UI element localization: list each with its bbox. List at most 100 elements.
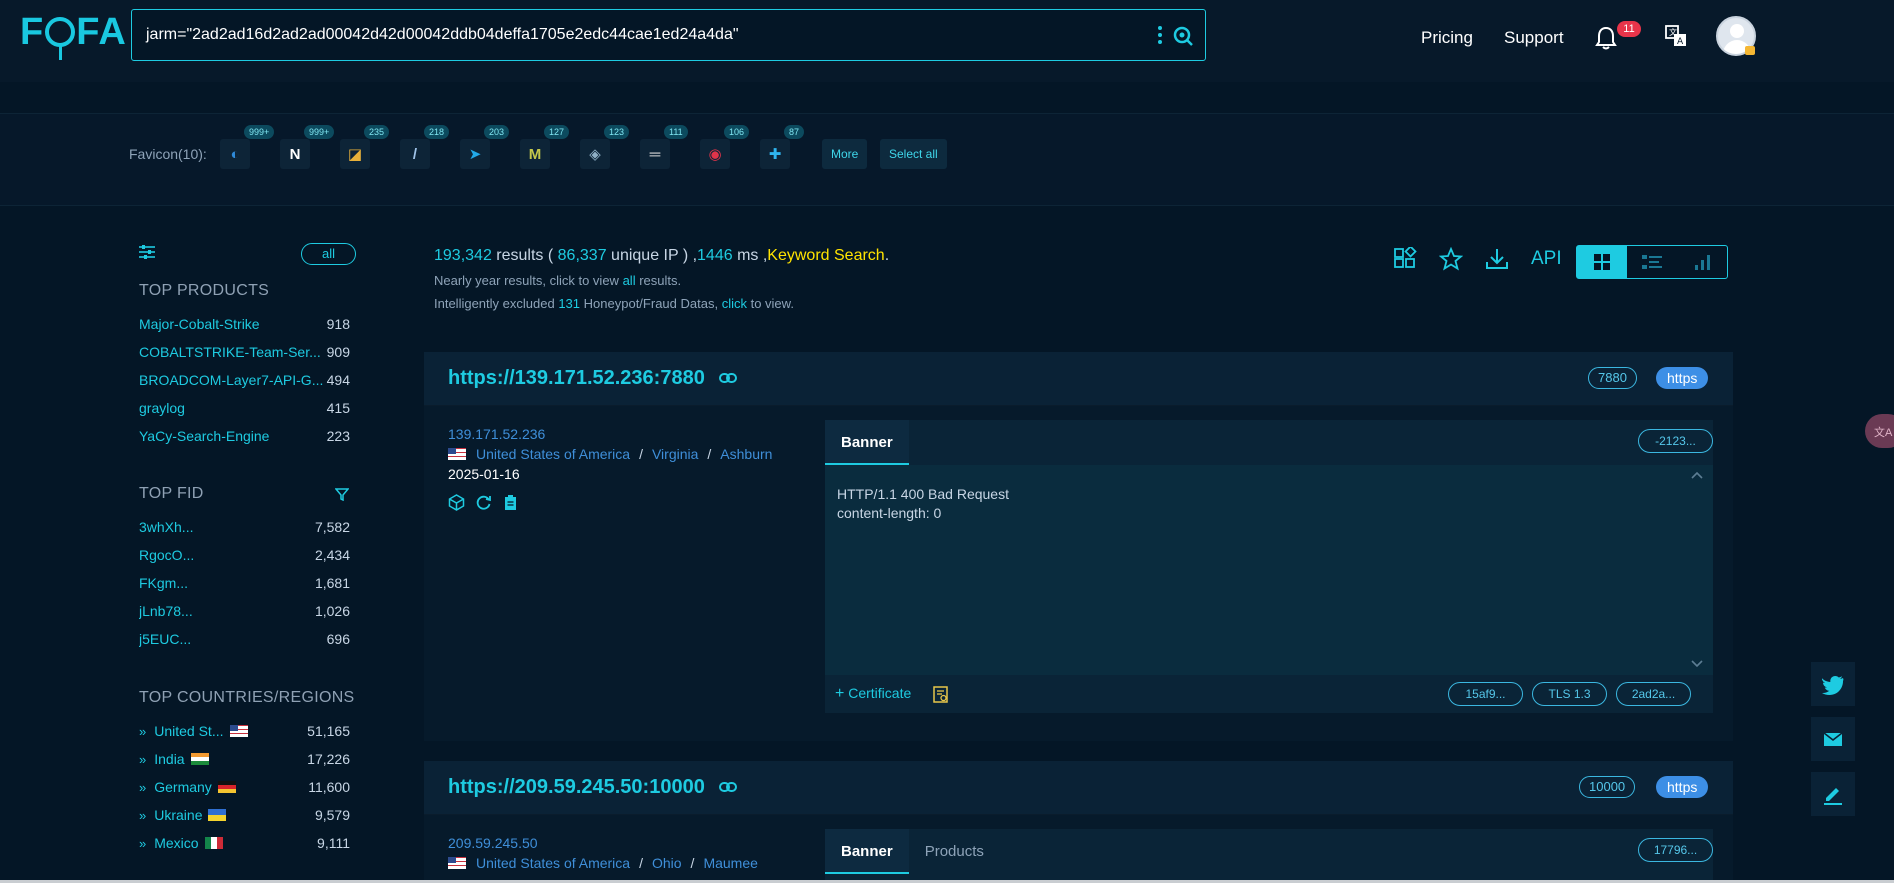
nav-support[interactable]: Support <box>1504 28 1564 48</box>
feedback-button[interactable] <box>1811 772 1855 816</box>
sidebar-row[interactable]: » Ukraine 9,579 <box>139 807 350 823</box>
sidebar-row[interactable]: » Mexico 9,111 <box>139 835 350 851</box>
country-link[interactable]: United States of America <box>476 446 630 462</box>
edit-icon <box>1824 788 1842 805</box>
link-icon[interactable] <box>719 781 737 793</box>
fid-filter-icon[interactable] <box>335 487 349 501</box>
result-url[interactable]: https://139.171.52.236:7880 <box>448 367 705 390</box>
stats-view-button[interactable] <box>1677 246 1727 278</box>
favicon-filter-item[interactable]: N <box>280 139 310 169</box>
chevron-right-icon: » <box>139 807 147 823</box>
mail-button[interactable] <box>1811 717 1855 761</box>
certificate-icon[interactable] <box>933 686 949 703</box>
sidebar-row-name: BROADCOM-Layer7-API-G... <box>139 372 324 388</box>
tab-products[interactable]: Products <box>909 829 1000 874</box>
favicon-filter-item[interactable]: ◉ <box>700 139 730 169</box>
favicon-filter-item[interactable]: ◈ <box>580 139 610 169</box>
sidebar-row[interactable]: COBALTSTRIKE-Team-Ser... 909 <box>139 344 350 360</box>
sidebar-row-count: 1,681 <box>314 575 350 591</box>
tls-version-badge[interactable]: TLS 1.3 <box>1532 682 1607 706</box>
sidebar-row-count: 11,600 <box>308 779 350 795</box>
favicon-filter-item[interactable]: ◪ <box>340 139 370 169</box>
sidebar-row[interactable]: BROADCOM-Layer7-API-G... 494 <box>139 372 350 388</box>
result-url[interactable]: https://209.59.245.50:10000 <box>448 776 705 799</box>
sidebar-row[interactable]: RgocO... 2,434 <box>139 547 350 563</box>
search-input[interactable]: jarm="2ad2ad16d2ad2ad00042d42d00042ddb04… <box>146 26 739 44</box>
port-badge[interactable]: 7880 <box>1588 367 1637 389</box>
search-icon[interactable] <box>1171 24 1195 48</box>
twitter-button[interactable] <box>1811 662 1855 706</box>
favicon-filter-item[interactable]: M <box>520 139 550 169</box>
sidebar-row[interactable]: YaCy-Search-Engine 223 <box>139 428 350 444</box>
flag-us-icon <box>448 857 466 869</box>
hash-badge[interactable]: 17796... <box>1638 838 1713 862</box>
favicon-more-button[interactable]: More <box>822 139 868 169</box>
sidebar-row[interactable]: graylog 415 <box>139 400 350 416</box>
view-honeypot-link[interactable]: click <box>722 296 747 311</box>
country-link[interactable]: United States of America <box>476 855 630 871</box>
all-filter-button[interactable]: all <box>301 243 356 265</box>
region-link[interactable]: Virginia <box>652 446 698 462</box>
total-results: 193,342 <box>434 247 492 264</box>
bell-icon[interactable] <box>1594 25 1618 51</box>
filter-settings-icon[interactable] <box>139 245 155 259</box>
favicon-filter-item[interactable]: ═ <box>640 139 670 169</box>
protocol-badge[interactable]: https <box>1656 367 1709 389</box>
notification-badge: 11 <box>1617 21 1641 37</box>
translate-widget[interactable]: 文A <box>1865 414 1894 448</box>
jarm-badge[interactable]: 2ad2a... <box>1616 682 1691 706</box>
sidebar-row-name: j5EUC... <box>139 631 192 647</box>
sidebar-row[interactable]: Major-Cobalt-Strike 918 <box>139 316 350 332</box>
favicon-select-all-button[interactable]: Select all <box>880 139 947 169</box>
sidebar-row-count: 51,165 <box>307 723 350 739</box>
result-location: United States of America / Virginia / Ashb… <box>448 446 772 462</box>
favicon-filter-item[interactable]: ➤ <box>460 139 490 169</box>
sidebar-row-count: 696 <box>326 631 350 647</box>
hash-badge[interactable]: -2123... <box>1638 429 1713 453</box>
dashboard-icon[interactable] <box>1393 247 1417 271</box>
grid-view-button[interactable] <box>1577 246 1627 278</box>
refresh-icon[interactable] <box>475 494 492 511</box>
query-time: 1446 <box>697 247 733 264</box>
fofa-logo[interactable]: FOFA FFA <box>20 11 127 60</box>
city-link[interactable]: Ashburn <box>720 446 772 462</box>
chevron-right-icon: » <box>139 779 147 795</box>
search-box[interactable]: jarm="2ad2ad16d2ad2ad00042d42d00042ddb04… <box>131 9 1206 61</box>
nav-pricing[interactable]: Pricing <box>1421 28 1473 48</box>
protocol-badge[interactable]: https <box>1656 776 1709 798</box>
kebab-icon[interactable] <box>1157 24 1163 46</box>
list-view-button[interactable] <box>1627 246 1677 278</box>
port-badge[interactable]: 10000 <box>1579 776 1636 798</box>
chevron-down-icon[interactable] <box>1691 660 1703 668</box>
tab-banner[interactable]: Banner <box>825 829 909 874</box>
region-link[interactable]: Ohio <box>652 855 682 871</box>
tab-banner[interactable]: Banner <box>825 420 909 465</box>
certificate-toggle[interactable]: + Certificate <box>835 685 911 703</box>
city-link[interactable]: Maumee <box>703 855 757 871</box>
link-icon[interactable] <box>719 372 737 384</box>
clipboard-icon[interactable] <box>502 494 519 511</box>
download-icon[interactable] <box>1485 247 1509 271</box>
sidebar-row[interactable]: 3whXh... 7,582 <box>139 519 350 535</box>
view-all-link[interactable]: all <box>623 273 636 288</box>
sidebar-row[interactable]: FKgm... 1,681 <box>139 575 350 591</box>
result-ip[interactable]: 209.59.245.50 <box>448 835 538 851</box>
favicon-filter-item[interactable]: ✚ <box>760 139 790 169</box>
cube-icon[interactable] <box>448 494 465 511</box>
cert-hash-badge[interactable]: 15af9... <box>1448 682 1523 706</box>
star-icon[interactable] <box>1439 247 1463 271</box>
chevron-up-icon[interactable] <box>1691 471 1703 479</box>
keyword-search-link[interactable]: Keyword Search <box>767 247 884 264</box>
sidebar-row[interactable]: » India 17,226 <box>139 751 350 767</box>
result-ip[interactable]: 139.171.52.236 <box>448 426 545 442</box>
translate-icon[interactable]: 文 A <box>1665 25 1687 47</box>
sidebar-row[interactable]: j5EUC... 696 <box>139 631 350 647</box>
api-link[interactable]: API <box>1531 248 1562 270</box>
sidebar-row-count: 2,434 <box>314 547 350 563</box>
sidebar-row[interactable]: » United St... 51,165 <box>139 723 350 739</box>
sidebar-row[interactable]: » Germany 11,600 <box>139 779 350 795</box>
favicon-filter-item[interactable]: ◐ <box>220 139 250 169</box>
favicon-count-badge: 123 <box>604 125 630 139</box>
favicon-filter-item[interactable]: / <box>400 139 430 169</box>
sidebar-row[interactable]: jLnb78... 1,026 <box>139 603 350 619</box>
